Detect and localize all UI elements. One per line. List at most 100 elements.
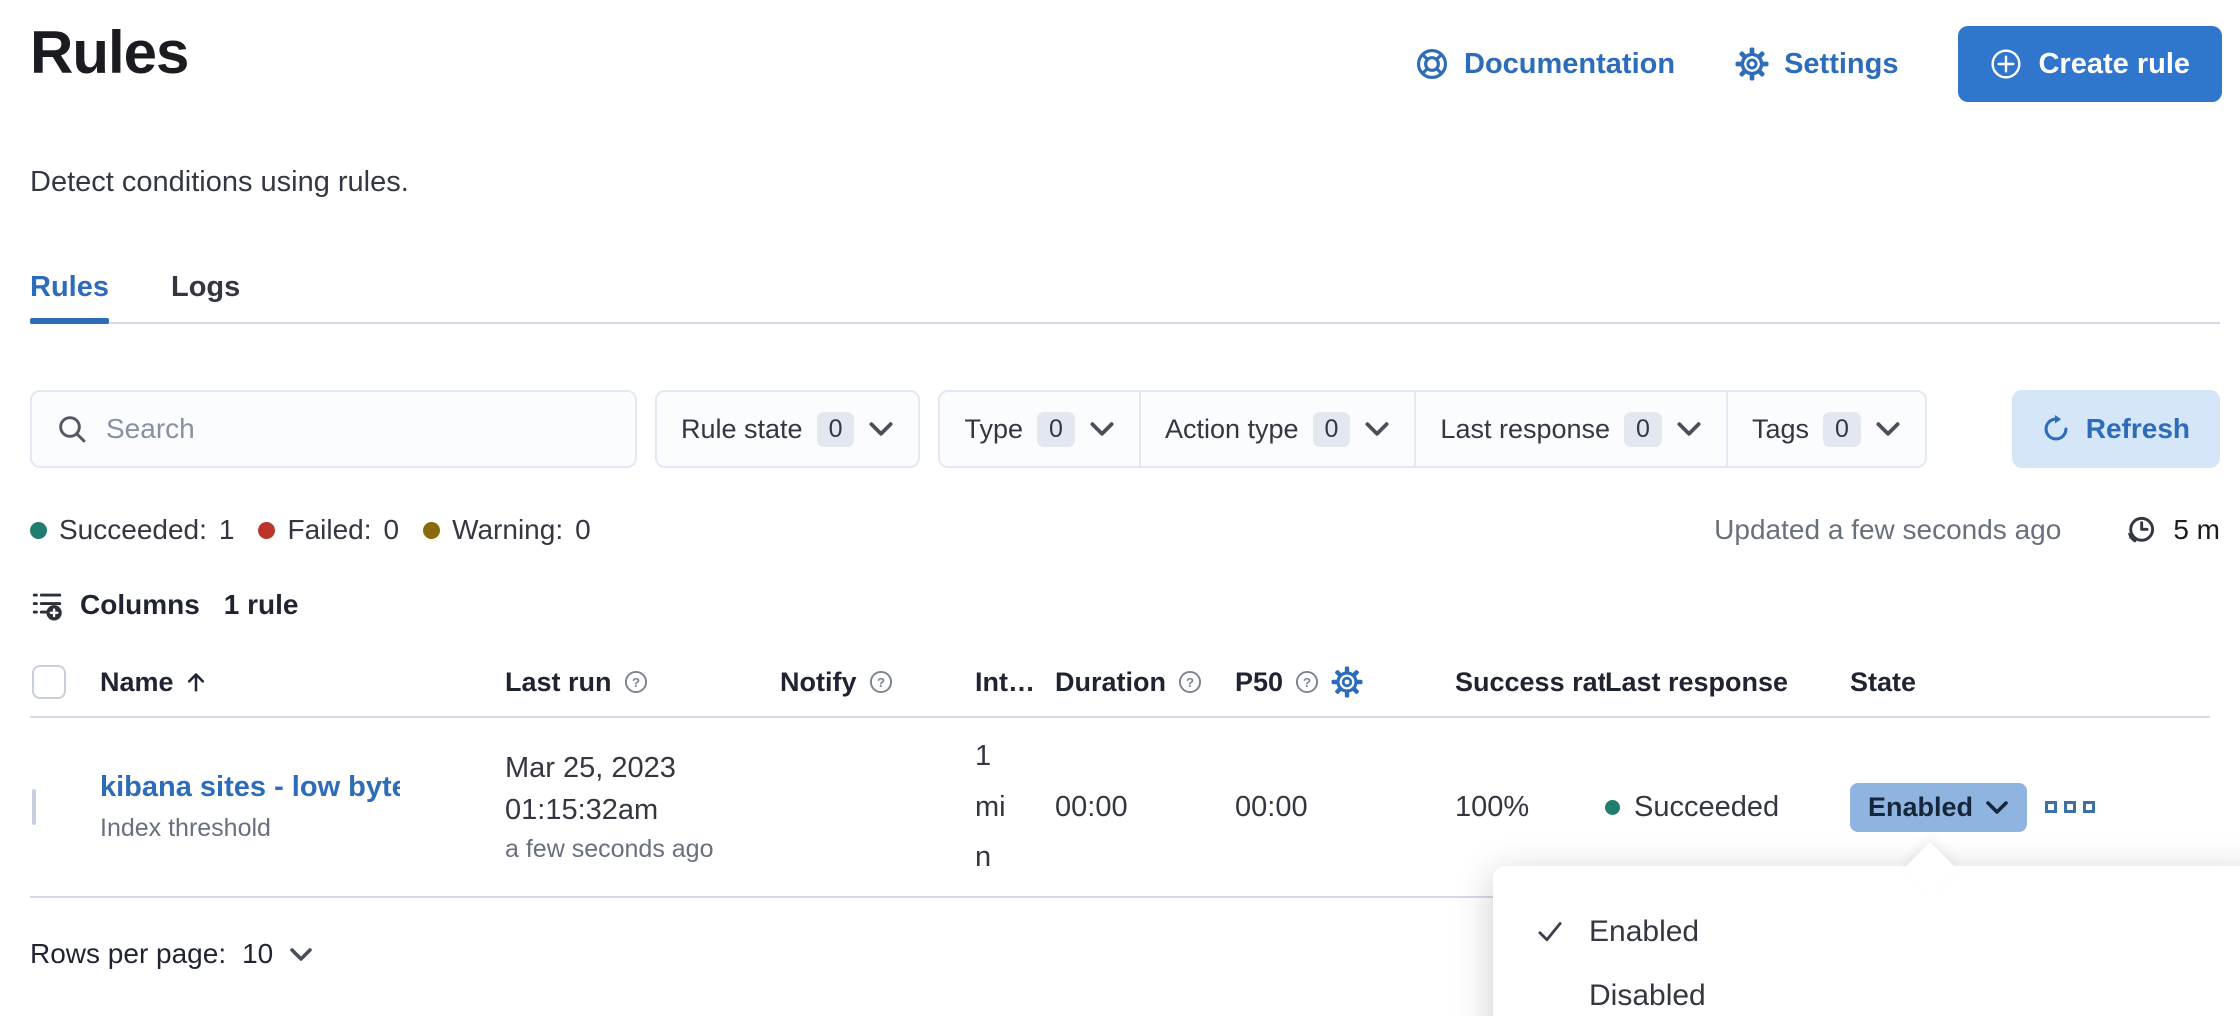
filter-tags[interactable]: Tags 0 [1726,392,1925,466]
columns-icon [30,588,64,622]
state-value: Enabled [1868,792,1973,823]
documentation-label: Documentation [1464,48,1675,81]
refresh-button[interactable]: Refresh [2012,390,2220,468]
column-header-state: State [1850,667,2035,698]
refresh-label: Refresh [2086,413,2190,445]
chevron-down-icon [1676,421,1702,437]
page-subtitle: Detect conditions using rules. [30,166,2240,199]
chevron-down-icon [289,947,313,962]
state-menu-item-enabled[interactable]: Enabled [1493,900,2240,964]
last-run-date: Mar 25, 2023 [505,747,780,789]
column-header-name[interactable]: Name [100,667,505,698]
filter-tags-count: 0 [1823,412,1861,447]
filter-last-response[interactable]: Last response 0 [1414,392,1726,466]
filter-group-main: Type 0 Action type 0 Last response 0 Tag… [938,390,1926,468]
chevron-down-icon [1364,421,1390,437]
rule-name-cell: kibana sites - low byte Index threshold [100,771,505,843]
clock-refresh-icon [2125,514,2157,546]
column-header-last-run: Last run [505,667,780,698]
column-header-last-response: Last response [1605,667,1850,698]
status-right: Updated a few seconds ago 5 m [1714,514,2220,546]
warning-count: 0 [575,514,591,546]
filter-rule-state-label: Rule state [681,414,803,445]
columns-label: Columns [80,589,200,621]
column-header-interval: Int… [975,667,1055,698]
succeeded-dot-icon [30,522,47,539]
filter-last-response-label: Last response [1440,414,1610,445]
p50-cell: 00:00 [1235,791,1455,824]
execution-status-summary: Succeeded: 1 Failed: 0 Warning: 0 [30,514,591,546]
rule-type-label: Index threshold [100,814,505,843]
rules-toolbar: Rule state 0 Type 0 Action type 0 Last r… [30,390,2220,468]
chevron-down-icon [868,421,894,437]
settings-link[interactable]: Settings [1735,47,1898,81]
failed-label: Failed: [287,514,371,546]
column-header-success-ratio: Success rate [1455,667,1605,698]
filter-tags-label: Tags [1752,414,1809,445]
state-menu-item-disabled[interactable]: Disabled [1493,964,2240,1016]
select-all-checkbox[interactable] [32,665,66,699]
last-response-cell: Succeeded [1605,791,1850,824]
boxes-horizontal-icon [2083,801,2095,813]
settings-label: Settings [1784,48,1898,81]
filter-last-response-count: 0 [1624,412,1662,447]
column-header-p50: P50 [1235,666,1455,698]
boxes-horizontal-icon [2064,801,2076,813]
last-run-relative: a few seconds ago [505,831,780,867]
refresh-interval-value: 5 m [2173,514,2220,546]
page-title: Rules [30,20,188,86]
rule-count: 1 rule [224,589,299,621]
state-cell: Enabled [1850,783,2035,832]
tab-logs[interactable]: Logs [171,271,240,322]
last-run-time: 01:15:32am [505,789,780,831]
succeeded-count: 1 [219,514,235,546]
rows-per-page-value: 10 [242,938,273,970]
filter-action-type[interactable]: Action type 0 [1139,392,1414,466]
success-ratio-cell: 100% [1455,791,1605,824]
rule-name-link[interactable]: kibana sites - low byte [100,771,400,804]
chevron-down-icon [1875,421,1901,437]
column-config-gear-icon[interactable] [1331,666,1363,698]
filter-group-rule-state: Rule state 0 [655,390,920,468]
filter-type-label: Type [964,414,1023,445]
documentation-link[interactable]: Documentation [1415,47,1675,81]
warning-dot-icon [423,522,440,539]
state-dropdown-button[interactable]: Enabled [1850,783,2027,832]
help-icon[interactable] [1295,670,1319,694]
header-actions: Documentation Settings Create rule [1415,26,2222,102]
tab-rules[interactable]: Rules [30,271,109,322]
create-rule-button[interactable]: Create rule [1958,26,2222,102]
filter-action-type-count: 0 [1313,412,1351,447]
lifering-icon [1415,47,1449,81]
status-bar: Succeeded: 1 Failed: 0 Warning: 0 Update… [30,514,2220,546]
columns-button[interactable]: Columns [30,588,200,622]
status-warning: Warning: 0 [423,514,591,546]
last-run-cell: Mar 25, 2023 01:15:32am a few seconds ag… [505,747,780,867]
refresh-interval-button[interactable]: 5 m [2125,514,2220,546]
filter-action-type-label: Action type [1165,414,1299,445]
filter-type[interactable]: Type 0 [940,392,1138,466]
rows-per-page-label: Rows per page: [30,938,226,970]
chevron-down-icon [1985,800,2009,815]
filter-rule-state[interactable]: Rule state 0 [657,392,918,466]
state-menu-enabled-label: Enabled [1589,915,1699,949]
table-header-row: Name Last run Notify Int… Duration P50 S… [30,648,2210,718]
row-actions-button[interactable] [2045,801,2095,813]
help-icon[interactable] [1178,670,1202,694]
create-rule-label: Create rule [2038,48,2190,81]
search-input[interactable] [106,413,611,445]
updated-text: Updated a few seconds ago [1714,514,2061,546]
refresh-icon [2042,415,2070,443]
column-header-duration: Duration [1055,667,1235,698]
tab-bar: Rules Logs [30,271,2220,324]
row-checkbox[interactable] [32,789,36,825]
filter-type-count: 0 [1037,412,1075,447]
rows-per-page-button[interactable]: Rows per page: 10 [30,938,313,970]
help-icon[interactable] [624,670,648,694]
check-icon [1535,918,1565,946]
column-header-notify: Notify [780,667,975,698]
chevron-down-icon [1089,421,1115,437]
help-icon[interactable] [869,670,893,694]
boxes-horizontal-icon [2045,801,2057,813]
succeeded-dot-icon [1605,800,1620,815]
